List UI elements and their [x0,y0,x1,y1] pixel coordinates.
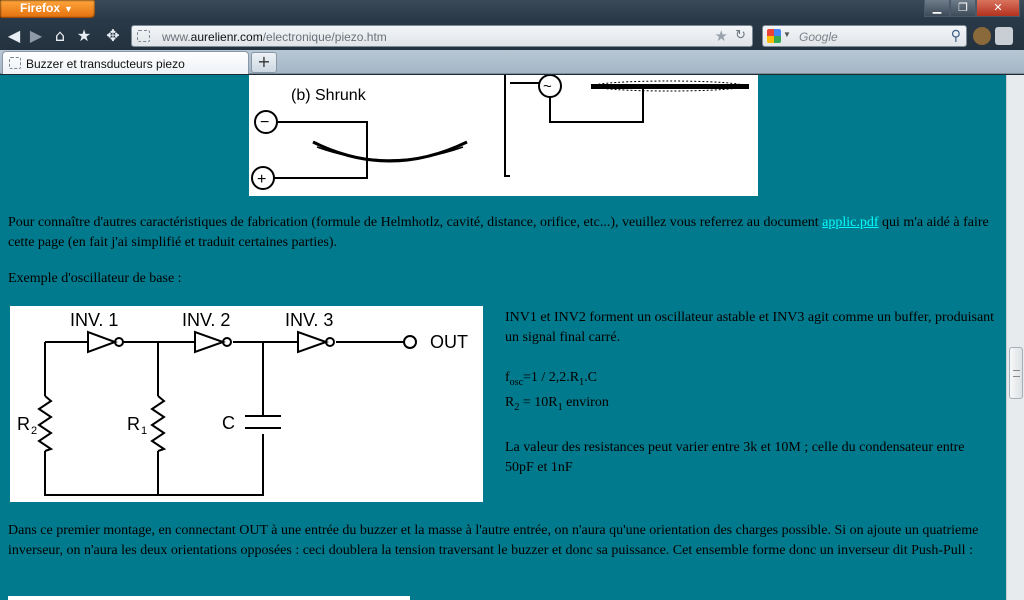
formula-text: .C [584,370,597,385]
page-scrollbar[interactable] [1006,75,1024,600]
scrollbar-thumb[interactable] [1009,347,1023,399]
google-icon[interactable] [767,29,781,43]
r1-subscript: 1 [141,425,147,437]
osc-desc-paragraph-1: INV1 et INV2 forment un oscillateur asta… [505,310,995,345]
addon-icons [973,27,1013,45]
inverter-3-icon [297,330,329,354]
tab-bar: Buzzer et transducteurs piezo + [0,50,1024,74]
paragraph-example-heading: Exemple d'oscillateur de base : [8,271,182,286]
url-bar[interactable]: www.aurelienr.com/electronique/piezo.htm… [131,25,753,47]
applic-pdf-link[interactable]: applic.pdf [822,215,878,230]
maximize-button[interactable]: ❐ [950,0,976,17]
formula-text: R [505,394,515,410]
ac-symbol: ~ [543,78,552,95]
oscillator-description: INV1 et INV2 forment un oscillateur asta… [505,308,995,498]
site-identity-icon[interactable] [137,30,150,42]
formula-1: fosc=1 / 2,2.R1.C [505,370,597,388]
inv1-label: INV. 1 [70,310,118,330]
r1-label: R [127,414,140,434]
firefox-menu-button[interactable]: Firefox ▼ [0,0,95,18]
tab-page-icon [9,57,21,69]
minimize-button[interactable]: ▁ [924,0,950,17]
url-text[interactable]: www.aurelienr.com/electronique/piezo.htm [162,30,387,44]
formula-block: fosc=1 / 2,2.R1.C R2 = 10R1 environ [505,368,995,418]
plus-symbol: + [257,171,266,188]
wire [274,121,368,179]
new-tab-button[interactable]: + [251,52,277,73]
resistor-r1 [150,395,167,452]
osc-desc-paragraph-2: La valeur des resistances peut varier en… [505,439,965,475]
r2-label: R [17,414,30,434]
next-figure-top-edge [8,596,410,600]
addon-monkey-icon[interactable] [973,27,991,45]
r2-subscript: 2 [31,425,37,437]
search-engine-dropdown-icon[interactable]: ▼ [783,30,791,39]
browser-titlebar: Firefox ▼ ▁ ❐ ✕ ◀ ▶ ⌂ ★ ✥ www.aurelienr.c… [0,0,1024,50]
tab-title: Buzzer et transducteurs piezo [26,57,185,71]
inverter-1-icon [87,330,118,354]
home-icon[interactable]: ⌂ [50,26,70,46]
back-icon[interactable]: ◀ [4,26,24,46]
forward-icon[interactable]: ▶ [26,26,46,46]
paragraph-text: Pour connaître d'autres caractéristiques… [8,215,823,230]
firefox-menu-label: Firefox [20,1,61,15]
search-icon[interactable]: ⚲ [951,28,961,44]
capacitor-plates [245,415,281,429]
url-domain: aurelienr.com [190,30,263,44]
c-label: C [222,413,235,433]
piezo-bar [591,84,749,89]
inv3-label: INV. 3 [285,310,333,330]
paragraph-fabrication: Pour connaître d'autres caractéristiques… [8,213,998,253]
window-controls: ▁ ❐ ✕ [924,0,1020,17]
navigation-toolbar: ◀ ▶ ⌂ ★ ✥ www.aurelienr.com/electronique… [0,22,1024,50]
page-content: (b) Shrunk − + ~ Pour connaître d'autres… [0,75,1006,600]
paragraph-push-pull: Dans ce premier montage, en connectant O… [8,523,979,558]
resistor-r2 [37,395,54,452]
bookmark-star-icon[interactable]: ★ [715,27,728,45]
minus-symbol: − [260,114,269,131]
grip-icon [1013,370,1020,377]
search-bar[interactable]: ▼ Google ⚲ [762,25,967,47]
formula-text: = 10R [519,394,558,410]
formula-text: =1 / 2,2.R [523,370,580,385]
wire [549,89,644,123]
url-path: /electronique/piezo.htm [262,30,387,44]
formula-text: environ [562,394,609,410]
search-placeholder: Google [799,30,838,44]
formula-2: R2 = 10R1 environ [505,394,609,413]
move-icon[interactable]: ✥ [103,26,123,46]
addon-extension-icon[interactable] [995,27,1013,45]
url-prefix: www. [162,30,191,44]
figure-caption: (b) Shrunk [291,87,367,104]
reload-icon[interactable]: ↻ [735,28,746,43]
piezo-disc-inner [316,146,464,161]
close-window-button[interactable]: ✕ [976,0,1020,17]
bookmarks-icon[interactable]: ★ [74,26,94,46]
inv2-label: INV. 2 [182,310,230,330]
tab-active[interactable]: Buzzer et transducteurs piezo [2,51,249,74]
piezo-figure: (b) Shrunk − + ~ [249,75,758,196]
output-terminal-icon [403,335,417,349]
oscillator-schematic: INV. 1 INV. 2 INV. 3 OUT R 2 R 1 C [10,306,483,502]
inverter-2-icon [194,330,226,354]
chevron-down-icon: ▼ [64,4,73,14]
piezo-disc-outer [312,140,468,163]
out-label: OUT [430,332,468,352]
wire [504,75,510,177]
formula-sub: osc [509,376,524,388]
